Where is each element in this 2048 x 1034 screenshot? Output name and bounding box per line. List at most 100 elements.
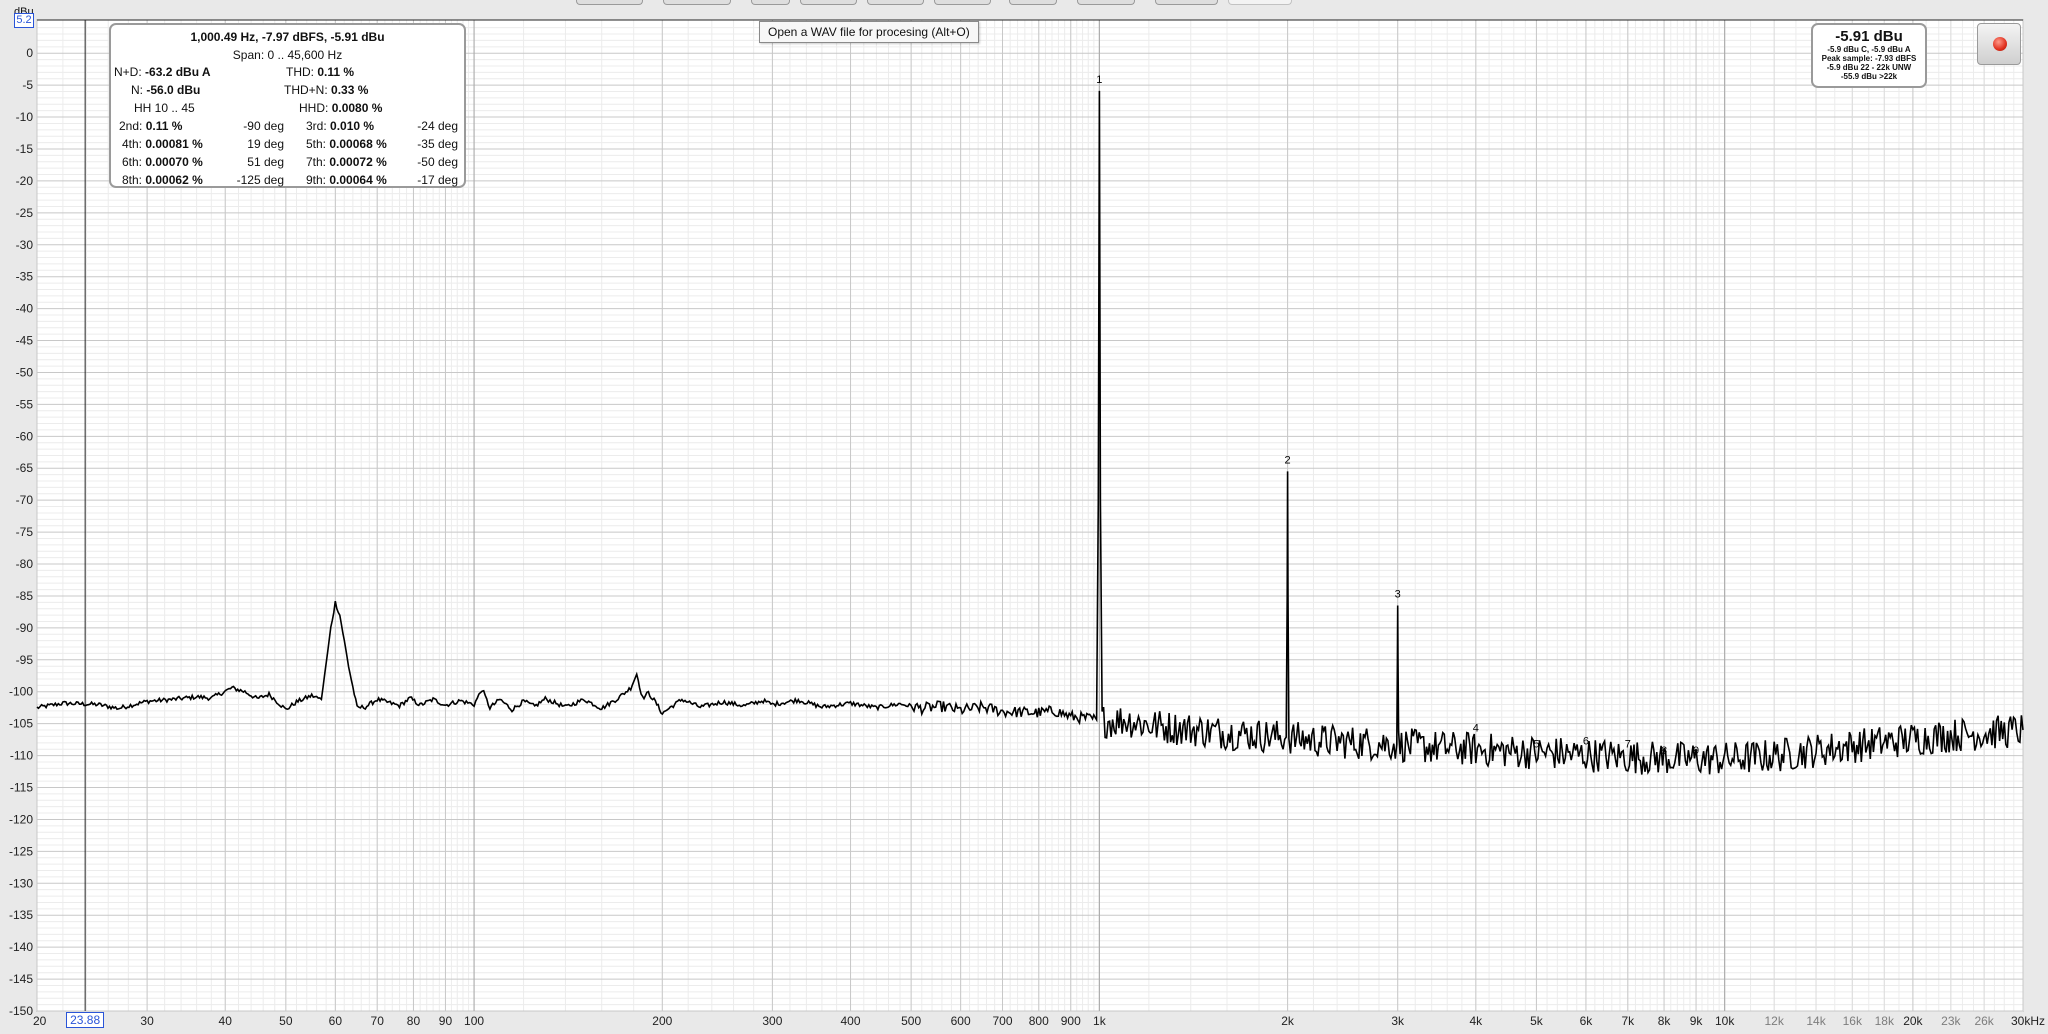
thd-row: THD: 0.11 %	[286, 65, 354, 79]
x-tick-label: 4k	[1469, 1014, 1483, 1028]
y-tick-label: -45	[16, 334, 34, 348]
x-tick-label: 300	[762, 1014, 782, 1028]
harmonic-marker-2: 2	[1285, 454, 1291, 466]
y-tick-label: -15	[16, 142, 34, 156]
level-main-value: -5.91 dBu	[1835, 28, 1903, 45]
x-tick-label: 500	[901, 1014, 921, 1028]
y-tick-label: -115	[10, 781, 33, 795]
record-icon	[1993, 37, 2007, 51]
nd-value: -63.2 dBu A	[145, 65, 211, 79]
y-tick-label: -20	[16, 174, 34, 188]
y-tick-label: -105	[9, 717, 33, 731]
harmonic-marker-3: 3	[1395, 589, 1401, 601]
harmonic-marker-5: 5	[1533, 739, 1539, 751]
harmonic-4-cell: 4th: 0.00081 %	[122, 137, 203, 151]
hhd-row: HHD: 0.0080 %	[299, 101, 382, 115]
harmonic-8-value: 0.00062 %	[145, 173, 203, 187]
x-tick-label: 600	[951, 1014, 971, 1028]
y-tick-label: -50	[16, 365, 34, 379]
x-tick-label: 8k	[1658, 1014, 1672, 1028]
thdn-label: THD+N:	[284, 83, 328, 97]
hh-range-label: HH 10 .. 45	[134, 101, 195, 115]
harmonic-2-label: 2nd:	[119, 119, 143, 133]
x-tick-label: 200	[652, 1014, 672, 1028]
cursor-level-badge[interactable]: 5.2	[14, 13, 34, 28]
x-tick-label: 6k	[1580, 1014, 1594, 1028]
y-tick-label: -40	[16, 302, 34, 316]
nd-label: N+D:	[114, 65, 142, 79]
hhd-value: 0.0080 %	[331, 101, 383, 115]
y-tick-label: -140	[9, 940, 33, 954]
y-tick-label: -60	[16, 429, 34, 443]
y-tick-label: -55	[16, 397, 34, 411]
level-above-22k-line: -55.9 dBu >22k	[1840, 72, 1898, 81]
y-tick-label: -5	[22, 78, 33, 92]
y-tick-label: -90	[16, 621, 34, 635]
x-tick-label: 800	[1029, 1014, 1049, 1028]
y-tick-label: -125	[9, 844, 33, 858]
thd-value: 0.11 %	[317, 65, 355, 79]
stats-header: 1,000.49 Hz, -7.97 dBFS, -5.91 dBu	[190, 30, 385, 44]
harmonic-3-cell: 3rd: 0.010 %	[306, 119, 374, 133]
harmonic-7-phase: -50 deg	[417, 155, 458, 169]
noise-label: N:	[131, 83, 143, 97]
y-tick-label: -145	[9, 972, 33, 986]
level-unweighted-line: -5.9 dBu 22 - 22k UNW	[1826, 63, 1912, 72]
harmonic-5-label: 5th:	[306, 137, 327, 151]
x-tick-label: 400	[841, 1014, 861, 1028]
level-peak-line: Peak sample: -7.93 dBFS	[1821, 54, 1917, 63]
y-tick-label: -80	[16, 557, 34, 571]
noise-row: N: -56.0 dBu	[131, 83, 200, 97]
harmonic-6-cell: 6th: 0.00070 %	[122, 155, 203, 169]
x-tick-label: 40	[219, 1014, 233, 1028]
x-tick-label: 23k	[1941, 1014, 1961, 1028]
stats-span: Span: 0 .. 45,600 Hz	[232, 48, 343, 62]
x-tick-label: 12k	[1764, 1014, 1784, 1028]
record-button[interactable]	[1977, 23, 2021, 65]
y-tick-label: -65	[16, 461, 34, 475]
thd-stats-panel[interactable]: 1,000.49 Hz, -7.97 dBFS, -5.91 dBu Span:…	[109, 23, 466, 188]
harmonic-7-cell: 7th: 0.00072 %	[306, 155, 387, 169]
harmonic-4-label: 4th:	[122, 137, 143, 151]
nd-row: N+D: -63.2 dBu A	[114, 65, 211, 79]
y-tick-label: -30	[16, 238, 34, 252]
thdn-value: 0.33 %	[331, 83, 369, 97]
x-tick-label: 7k	[1621, 1014, 1635, 1028]
harmonic-5-value: 0.00068 %	[329, 137, 387, 151]
y-tick-label: -150	[9, 1004, 33, 1018]
harmonic-6-phase: 51 deg	[247, 155, 284, 169]
noise-value: -56.0 dBu	[146, 83, 201, 97]
x-axis-ticks: 20 30 40 50 60 70 80 90 100 200 300 400 500 600 700 800…	[33, 1014, 2045, 1028]
open-wav-tooltip: Open a WAV file for procesing (Alt+O)	[759, 21, 979, 43]
harmonic-marker-7: 7	[1625, 739, 1631, 751]
level-weighted-line: -5.9 dBu C, -5.9 dBu A	[1827, 45, 1911, 54]
x-tick-label: 20	[33, 1014, 47, 1028]
harmonic-marker-4: 4	[1473, 723, 1479, 735]
x-tick-label: 9k	[1690, 1014, 1704, 1028]
x-tick-label: 60	[329, 1014, 343, 1028]
y-tick-label: -135	[9, 908, 33, 922]
harmonic-marker-9: 9	[1693, 745, 1699, 757]
x-tick-label: 90	[439, 1014, 453, 1028]
harmonic-7-label: 7th:	[306, 155, 327, 169]
harmonic-3-phase: -24 deg	[417, 119, 458, 133]
harmonic-3-value: 0.010 %	[330, 119, 375, 133]
x-tick-label: 1k	[1093, 1014, 1107, 1028]
harmonic-marker-8: 8	[1661, 745, 1667, 757]
x-tick-label: 50	[279, 1014, 293, 1028]
x-tick-label: 16k	[1843, 1014, 1863, 1028]
level-meter-panel[interactable]: -5.91 dBu -5.9 dBu C, -5.9 dBu A Peak sa…	[1811, 23, 1927, 88]
harmonic-4-phase: 19 deg	[247, 137, 284, 151]
cursor-frequency-badge[interactable]: 23.88	[66, 1012, 105, 1028]
x-tick-label: 70	[371, 1014, 385, 1028]
x-tick-label: 20k	[1903, 1014, 1923, 1028]
x-tick-label: 3k	[1391, 1014, 1405, 1028]
x-tick-label: 700	[992, 1014, 1012, 1028]
x-tick-label: 2k	[1281, 1014, 1295, 1028]
x-tick-label: 18k	[1875, 1014, 1895, 1028]
harmonic-6-label: 6th:	[122, 155, 143, 169]
x-tick-label: 10k	[1715, 1014, 1735, 1028]
y-tick-label: -10	[16, 110, 34, 124]
harmonic-8-label: 8th:	[122, 173, 143, 187]
harmonic-3-label: 3rd:	[306, 119, 327, 133]
